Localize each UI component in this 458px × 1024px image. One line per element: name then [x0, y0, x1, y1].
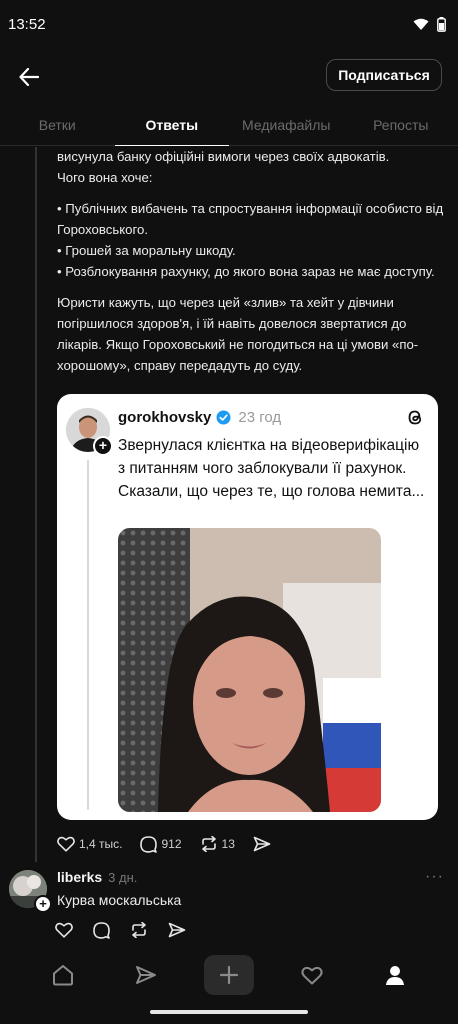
tab-reposts[interactable]: Репосты	[344, 108, 458, 145]
nav-create[interactable]	[203, 955, 254, 995]
comment-button[interactable]: 912	[140, 835, 182, 853]
post-line: Чого вона хоче:	[57, 170, 153, 185]
comment-icon	[140, 835, 158, 853]
tab-threads[interactable]: Ветки	[0, 108, 115, 145]
follow-plus-icon[interactable]: +	[93, 436, 113, 456]
verified-badge-icon	[216, 410, 231, 425]
wifi-icon	[413, 18, 429, 30]
post-bullet: • Публічних вибачень та спростування інф…	[57, 201, 444, 237]
quoted-time: 23 год	[238, 409, 282, 426]
nav-home[interactable]	[38, 955, 88, 995]
follow-button[interactable]: Подписаться	[326, 59, 442, 91]
more-options-icon[interactable]: ···	[425, 868, 444, 886]
back-arrow-icon	[19, 68, 39, 86]
reply-time: 3 дн.	[108, 869, 138, 885]
top-bar: Подписаться	[0, 52, 458, 100]
repost-count: 13	[221, 837, 235, 851]
post-bullet: • Грошей за моральну шкоду.	[57, 243, 236, 258]
reply-username[interactable]: liberks	[57, 869, 102, 885]
post-bullet: • Розблокування рахунку, до якого вона з…	[57, 264, 435, 279]
profile-icon	[385, 966, 404, 985]
post-paragraph: Юристи кажуть, що через цей «злив» та хе…	[57, 295, 419, 373]
profile-tabs: Ветки Ответы Медиафайлы Репосты	[0, 108, 458, 146]
nav-profile[interactable]	[370, 955, 420, 995]
quoted-photo[interactable]	[118, 528, 381, 812]
tab-media[interactable]: Медиафайлы	[229, 108, 344, 145]
like-count: 1,4 тыс.	[79, 837, 123, 851]
nav-search[interactable]	[121, 955, 171, 995]
repost-icon[interactable]	[130, 922, 148, 938]
reply-follow-plus-icon[interactable]: +	[34, 895, 52, 913]
quoted-username[interactable]: gorokhovsky	[118, 409, 211, 426]
thread-line	[35, 147, 37, 862]
share-button[interactable]	[253, 836, 271, 852]
heart-icon	[57, 836, 75, 852]
reply-header: liberks 3 дн.	[57, 869, 137, 885]
activity-icon	[301, 966, 323, 985]
nav-activity[interactable]	[287, 955, 337, 995]
post-actions: 1,4 тыс. 912 13	[57, 832, 271, 856]
status-bar: 13:52	[0, 0, 458, 48]
status-time: 13:52	[8, 15, 46, 33]
search-icon	[136, 966, 157, 984]
home-indicator	[150, 1010, 308, 1014]
reply-text: Курва москальська	[57, 892, 182, 908]
post-text: висунула банку офіційні вимоги через сво…	[57, 146, 445, 386]
back-button[interactable]	[14, 62, 44, 92]
quoted-header: gorokhovsky 23 год	[118, 409, 281, 426]
comment-icon[interactable]	[93, 922, 110, 939]
battery-icon	[437, 16, 446, 32]
repost-button[interactable]: 13	[200, 836, 235, 852]
heart-icon[interactable]	[55, 922, 73, 938]
status-icons	[413, 16, 446, 32]
post-line: висунула банку офіційні вимоги через сво…	[57, 149, 390, 164]
home-icon	[53, 965, 74, 986]
quoted-post-card[interactable]: + gorokhovsky 23 год Звернулася клієнтка…	[57, 394, 438, 820]
threads-logo-icon	[406, 408, 424, 432]
quoted-thread-line	[87, 460, 89, 810]
send-icon[interactable]	[168, 922, 186, 938]
send-icon	[253, 836, 271, 852]
repost-icon	[201, 836, 216, 852]
create-icon	[219, 965, 239, 985]
tab-replies[interactable]: Ответы	[114, 108, 230, 146]
bottom-nav	[0, 950, 458, 1000]
quoted-text: Звернулася клієнтка на відеоверифікацію …	[118, 437, 425, 500]
like-button[interactable]: 1,4 тыс.	[57, 836, 122, 852]
reply-actions	[55, 922, 186, 939]
comment-count: 912	[161, 837, 182, 851]
